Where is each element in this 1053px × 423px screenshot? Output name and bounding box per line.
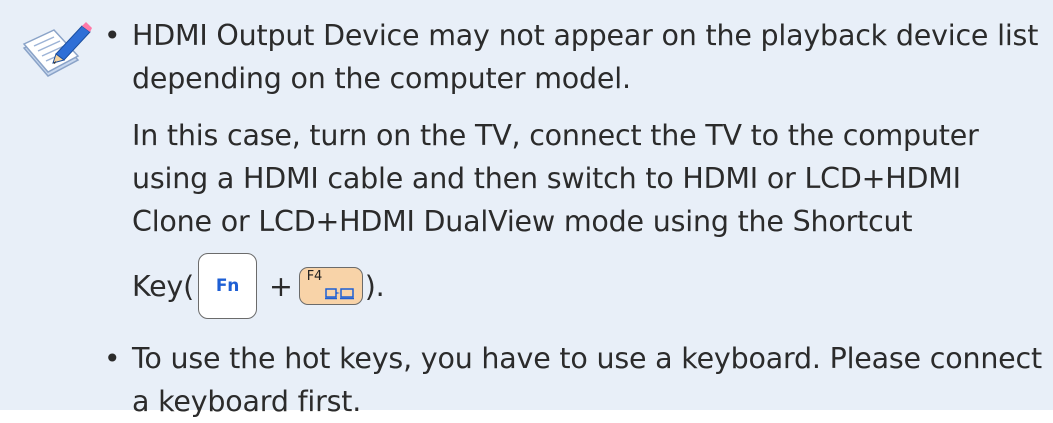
note-pencil-icon <box>22 22 92 77</box>
key-prefix-text: Key( <box>132 269 194 303</box>
list-item: • To use the hot keys, you have to use a… <box>92 337 1042 423</box>
shortcut-key-line: Key( Fn + F4 ). <box>132 253 1042 319</box>
bullet-dot: • <box>104 342 121 375</box>
fn-key-icon: Fn <box>198 253 257 319</box>
plus-sign: + <box>269 269 293 303</box>
f4-key-icon: F4 <box>298 267 363 305</box>
note-text: To use the hot keys, you have to use a k… <box>132 342 1042 418</box>
key-suffix-text: ). <box>364 269 385 303</box>
note-detail-text: In this case, turn on the TV, connect th… <box>132 119 979 238</box>
f4-key-label: F4 <box>306 269 323 284</box>
fn-key-label: Fn <box>215 275 240 296</box>
note-text: HDMI Output Device may not appear on the… <box>132 19 1039 95</box>
display-switch-icon <box>324 288 354 300</box>
note-box: • HDMI Output Device may not appear on t… <box>0 0 1053 418</box>
bullet-dot: • <box>104 19 121 52</box>
list-item: • HDMI Output Device may not appear on t… <box>92 14 1042 319</box>
bullet-list: • HDMI Output Device may not appear on t… <box>92 14 1042 423</box>
